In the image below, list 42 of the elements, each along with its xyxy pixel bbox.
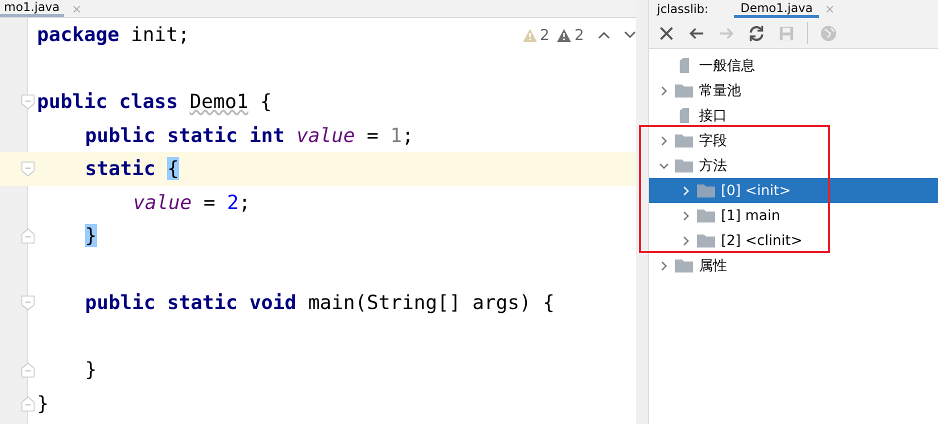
code-line: }	[37, 392, 49, 415]
code-line: package init;	[37, 23, 190, 46]
chevron-right-icon[interactable]	[659, 260, 669, 270]
tree-item[interactable]: [2] <clinit>	[649, 228, 938, 253]
chevron-up-icon[interactable]	[598, 31, 610, 39]
folder-icon	[675, 83, 693, 98]
tree-item[interactable]: 一般信息	[649, 53, 938, 78]
chevron-down-icon[interactable]	[624, 31, 636, 39]
chevron-down-icon[interactable]	[659, 160, 669, 170]
folder-icon	[697, 183, 715, 198]
code-line: static {	[85, 157, 179, 180]
code-line: public class Demo1 {	[37, 90, 272, 114]
panel-tab[interactable]: jclasslib:	[651, 2, 714, 16]
folder-icon	[697, 233, 715, 248]
code-line: value = 2;	[133, 190, 250, 214]
chevron-right-icon[interactable]	[681, 236, 691, 246]
tree-item[interactable]: [0] <init>	[649, 178, 938, 203]
refresh-icon[interactable]	[747, 24, 766, 42]
scrollbar-track[interactable]	[636, 0, 649, 424]
tree-item[interactable]: 常量池	[649, 78, 938, 103]
tree-item[interactable]: [1] main	[649, 203, 938, 228]
fold-marker-icon[interactable]	[21, 161, 35, 177]
tree-item[interactable]: 方法	[649, 153, 938, 178]
tree-item[interactable]: 字段	[649, 128, 938, 153]
fold-marker-icon[interactable]	[21, 94, 35, 110]
warning-icon[interactable]	[557, 28, 572, 42]
folder-icon	[675, 158, 693, 173]
folder-icon	[697, 208, 715, 223]
folder-icon	[675, 133, 693, 148]
warning-count[interactable]: 2	[540, 26, 550, 44]
fold-marker-icon[interactable]	[21, 295, 35, 311]
warning-count[interactable]: 2	[574, 26, 584, 44]
chevron-right-icon[interactable]	[681, 210, 691, 220]
chevron-right-icon[interactable]	[659, 136, 669, 146]
code-line: public static int value = 1;	[85, 124, 414, 147]
folder-icon	[675, 258, 693, 273]
code-line: public static void main(String[] args) {	[85, 291, 555, 314]
tree-item[interactable]: 属性	[649, 253, 938, 278]
chevron-right-icon[interactable]	[659, 86, 669, 96]
code-line: }	[85, 358, 97, 382]
tree-item[interactable]: 接口	[649, 103, 938, 128]
chevron-right-icon[interactable]	[681, 186, 691, 196]
